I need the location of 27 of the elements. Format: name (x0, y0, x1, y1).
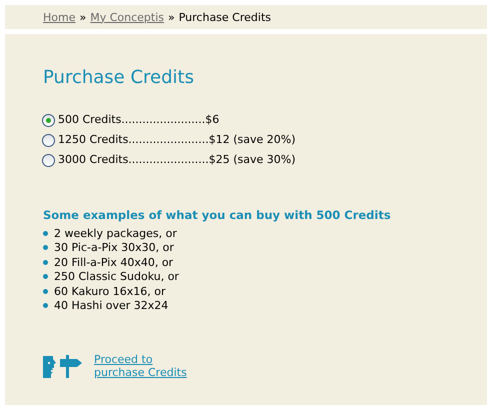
bullet-icon (43, 230, 48, 236)
breadcrumb-current: Purchase Credits (178, 10, 271, 24)
list-item: 30 Pic-a-Pix 30x30, or (54, 241, 174, 254)
radio-button[interactable] (42, 154, 55, 166)
list-item: 20 Fill-a-Pix 40x40, or (54, 256, 174, 269)
bullet-icon (43, 303, 48, 308)
list-item: 40 Hashi over 32x24 (54, 299, 168, 312)
list-item: 2 weekly packages, or (54, 226, 177, 240)
section-heading: Some examples of what you can buy with 500 Credits (43, 208, 392, 222)
option-label: 1250 Credits.......................$12 (save 20%) (58, 132, 296, 148)
breadcrumb-separator: » (79, 10, 86, 24)
proceed-link[interactable]: Proceed to (94, 353, 187, 366)
breadcrumb-separator: » (168, 10, 175, 24)
proceed-link[interactable]: purchase Credits (94, 366, 187, 379)
bullet-icon (43, 245, 48, 250)
page-title: Purchase Credits (43, 67, 195, 88)
bullet-icon (43, 274, 48, 280)
list-item: 250 Classic Sudoku, or (54, 270, 179, 284)
breadcrumb-link[interactable]: My Conceptis (90, 10, 164, 24)
radio-button[interactable] (42, 134, 55, 146)
option-label: 3000 Credits.......................$25 (save 30%) (58, 152, 296, 168)
list-item: 60 Kakuro 16x16, or (54, 284, 166, 298)
option-label: 500 Credits........................$6 (58, 112, 220, 128)
breadcrumb-link[interactable]: Home (43, 10, 76, 24)
bullet-icon (43, 260, 48, 265)
radio-button[interactable] (42, 114, 55, 126)
bullet-icon (43, 288, 48, 294)
